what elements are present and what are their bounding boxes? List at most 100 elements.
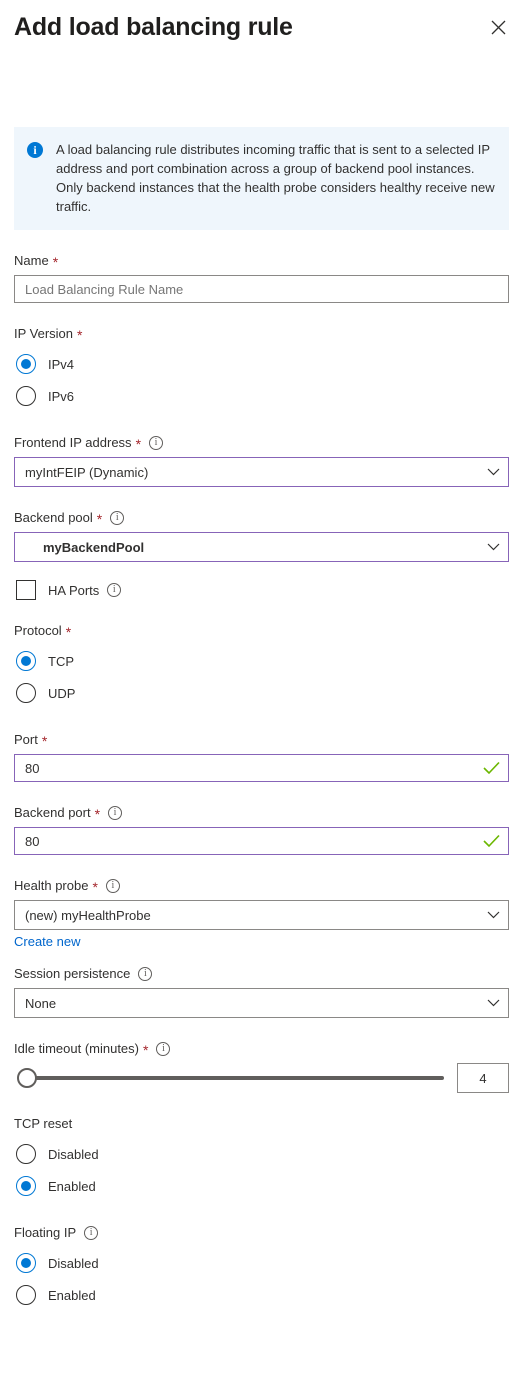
frontend-ip-value: myIntFEIP (Dynamic) (25, 464, 149, 480)
info-circle-icon[interactable]: i (84, 1226, 99, 1240)
health-probe-dropdown[interactable]: (new) myHealthProbe (14, 900, 509, 930)
info-circle-icon[interactable]: i (108, 806, 123, 820)
port-input[interactable] (14, 754, 509, 782)
info-circle-icon[interactable]: i (107, 583, 122, 597)
radio-tcp-reset-enabled[interactable]: Enabled (14, 1170, 509, 1202)
close-icon[interactable] (483, 12, 513, 42)
radio-icon-unselected (16, 1144, 36, 1164)
ha-ports-label: HA Ports (48, 582, 100, 598)
frontend-ip-dropdown[interactable]: myIntFEIP (Dynamic) (14, 457, 509, 487)
label-text-tcp-reset: TCP reset (14, 1116, 73, 1131)
chevron-down-icon (487, 911, 500, 919)
radio-floating-ip-enabled[interactable]: Enabled (14, 1279, 509, 1311)
slider-track (28, 1076, 444, 1080)
label-text-backend-pool: Backend pool (14, 510, 93, 525)
radio-floating-ip-disabled[interactable]: Disabled (14, 1247, 509, 1279)
create-new-health-probe-link[interactable]: Create new (14, 934, 80, 949)
field-ip-version: IP Version * IPv4 IPv6 (14, 325, 509, 412)
radio-icon-selected (16, 651, 36, 671)
field-session-persistence: Session persistence i None (14, 965, 509, 1018)
field-port: Port * (14, 731, 509, 782)
port-input-wrap (14, 754, 509, 782)
required-marker: * (143, 1042, 149, 1058)
radio-label-floating-ip-enabled: Enabled (48, 1287, 96, 1303)
field-tcp-reset: TCP reset Disabled Enabled (14, 1115, 509, 1202)
label-text-health-probe: Health probe (14, 878, 89, 893)
blade-body: i A load balancing rule distributes inco… (0, 127, 523, 1311)
ha-ports-label-wrap: HA Ports i (48, 582, 122, 598)
session-persistence-value: None (25, 995, 57, 1011)
radio-label-tcp-reset-enabled: Enabled (48, 1178, 96, 1194)
backend-port-input[interactable] (14, 827, 509, 855)
radio-label-udp: UDP (48, 685, 76, 701)
radio-label-tcp-reset-disabled: Disabled (48, 1146, 99, 1162)
radio-udp[interactable]: UDP (14, 677, 509, 709)
info-circle-icon[interactable]: i (110, 511, 125, 525)
field-label-port: Port * (14, 731, 509, 749)
field-label-ip-version: IP Version * (14, 325, 509, 343)
session-persistence-dropdown[interactable]: None (14, 988, 509, 1018)
label-text-idle-timeout: Idle timeout (minutes) (14, 1041, 139, 1056)
field-label-session-persistence: Session persistence i (14, 965, 509, 983)
field-label-floating-ip: Floating IP i (14, 1224, 509, 1242)
required-marker: * (135, 436, 142, 452)
field-label-idle-timeout: Idle timeout (minutes) * i (14, 1040, 509, 1058)
field-health-probe: Health probe * i (new) myHealthProbe Cre… (14, 877, 509, 949)
ha-ports-checkbox[interactable]: HA Ports i (14, 580, 509, 600)
health-probe-value: (new) myHealthProbe (25, 907, 151, 923)
checkbox-icon-unchecked (16, 580, 36, 600)
backend-port-input-wrap (14, 827, 509, 855)
idle-timeout-slider[interactable] (14, 1066, 444, 1090)
chevron-down-icon (487, 543, 500, 551)
label-text-protocol: Protocol (14, 623, 62, 638)
idle-timeout-slider-row (14, 1063, 509, 1093)
idle-timeout-value-input[interactable] (457, 1063, 509, 1093)
field-name: Name * (14, 252, 509, 303)
slider-thumb[interactable] (17, 1068, 37, 1088)
page-title: Add load balancing rule (14, 13, 293, 41)
label-text-frontend-ip: Frontend IP address (14, 435, 132, 450)
radio-icon-selected (16, 1176, 36, 1196)
field-label-frontend-ip: Frontend IP address * i (14, 434, 509, 452)
radio-label-ipv4: IPv4 (48, 356, 75, 372)
radio-tcp-reset-disabled[interactable]: Disabled (14, 1138, 509, 1170)
info-circle-icon[interactable]: i (105, 879, 120, 893)
backend-pool-value: myBackendPool (43, 539, 145, 555)
required-marker: * (94, 806, 101, 822)
label-text-name: Name (14, 253, 49, 268)
required-marker: * (41, 733, 48, 749)
field-label-protocol: Protocol * (14, 622, 509, 640)
radio-tcp[interactable]: TCP (14, 645, 509, 677)
field-idle-timeout: Idle timeout (minutes) * i (14, 1040, 509, 1093)
field-protocol: Protocol * TCP UDP (14, 622, 509, 709)
info-banner-text: A load balancing rule distributes incomi… (56, 142, 495, 214)
field-label-tcp-reset: TCP reset (14, 1115, 509, 1133)
backend-pool-dropdown[interactable]: myBackendPool (14, 532, 509, 562)
field-label-backend-pool: Backend pool * i (14, 509, 509, 527)
radio-label-floating-ip-disabled: Disabled (48, 1255, 99, 1271)
info-circle-icon[interactable]: i (149, 436, 164, 450)
chevron-down-icon (487, 468, 500, 476)
field-frontend-ip: Frontend IP address * i myIntFEIP (Dynam… (14, 434, 509, 487)
radio-icon-selected (16, 1253, 36, 1273)
required-marker: * (96, 511, 103, 527)
info-circle-icon[interactable]: i (156, 1042, 171, 1056)
field-floating-ip: Floating IP i Disabled Enabled (14, 1224, 509, 1311)
required-marker: * (77, 327, 83, 343)
radio-ipv6[interactable]: IPv6 (14, 380, 509, 412)
radio-icon-unselected (16, 1285, 36, 1305)
info-circle-icon[interactable]: i (138, 967, 153, 981)
field-label-health-probe: Health probe * i (14, 877, 509, 895)
radio-icon-unselected (16, 386, 36, 406)
required-marker: * (65, 624, 72, 640)
name-input[interactable] (14, 275, 509, 303)
label-text-ip-version: IP Version (14, 326, 74, 341)
chevron-down-icon (487, 999, 500, 1007)
info-banner: i A load balancing rule distributes inco… (14, 127, 509, 230)
label-text-port: Port (14, 732, 38, 747)
label-text-floating-ip: Floating IP (14, 1225, 77, 1240)
blade-header: Add load balancing rule (0, 0, 523, 60)
radio-label-ipv6: IPv6 (48, 388, 75, 404)
radio-ipv4[interactable]: IPv4 (14, 348, 509, 380)
label-text-backend-port: Backend port (14, 805, 91, 820)
